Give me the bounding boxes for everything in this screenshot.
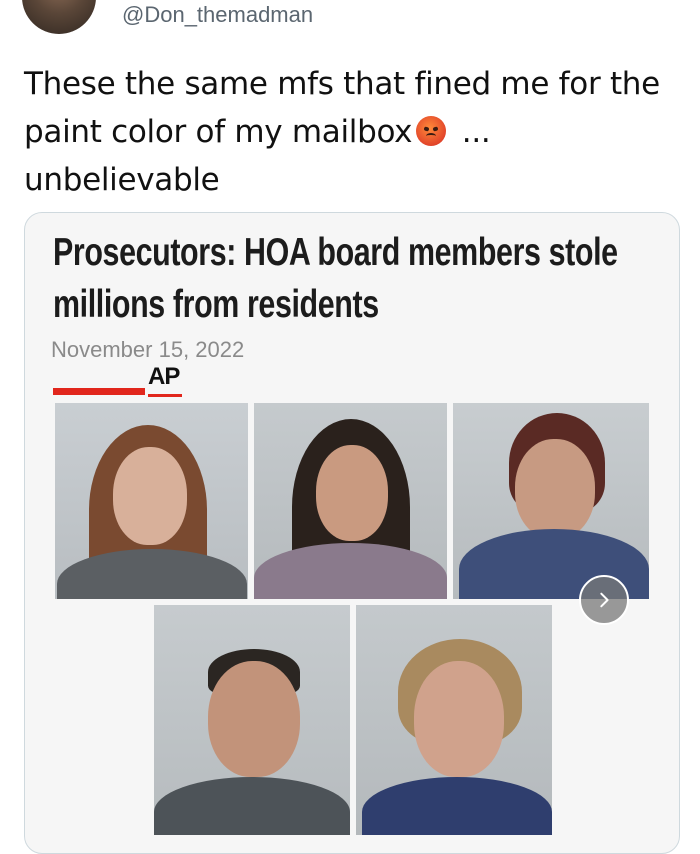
- mugshot-photo-5[interactable]: [356, 605, 552, 835]
- tweet-text: These the same mfs that fined me for the…: [24, 60, 664, 204]
- article-headline[interactable]: Prosecutors: HOA board members stole mil…: [53, 227, 646, 331]
- carousel-next-button[interactable]: [579, 575, 629, 625]
- user-handle[interactable]: @Don_themadman: [122, 2, 313, 28]
- article-date: November 15, 2022: [51, 337, 245, 362]
- mugshot-photo-2[interactable]: [254, 403, 447, 599]
- tweet-header: @Don_themadman: [0, 0, 700, 45]
- mugshot-photo-4[interactable]: [154, 605, 350, 835]
- chevron-right-icon: [600, 592, 609, 608]
- tweet-text-part1: These the same mfs that fined me for the…: [24, 66, 660, 150]
- angry-face-icon: [416, 116, 447, 146]
- link-preview-card[interactable]: Prosecutors: HOA board members stole mil…: [24, 212, 680, 854]
- mugshot-photo-1[interactable]: [55, 403, 248, 599]
- ap-logo-underline: [148, 394, 182, 397]
- avatar[interactable]: [22, 0, 96, 34]
- mugshot-photo-3[interactable]: [453, 403, 649, 599]
- ap-accent-bar: [53, 388, 145, 395]
- ap-logo: AP: [148, 363, 180, 390]
